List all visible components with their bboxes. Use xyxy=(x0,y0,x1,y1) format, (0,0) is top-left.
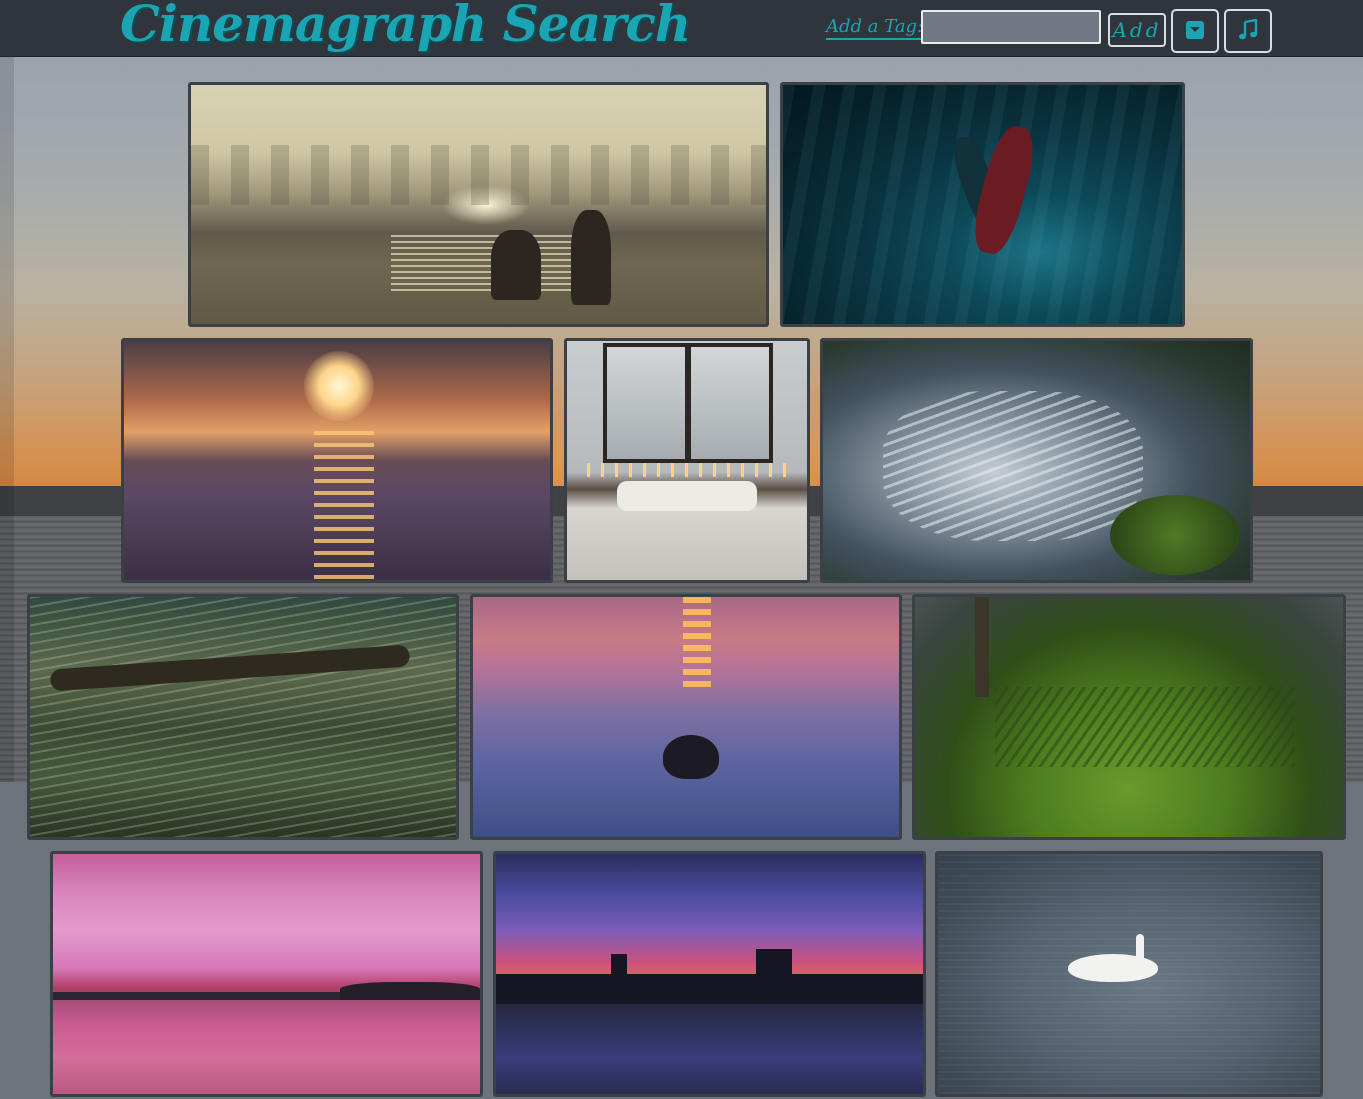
scene-water xyxy=(883,391,1143,541)
cinemagraph-image xyxy=(53,854,480,1094)
scene-window xyxy=(603,343,773,463)
scene-skyline xyxy=(496,974,923,1004)
scene-person xyxy=(491,230,541,300)
gallery-tile-city-skyline-sunset[interactable] xyxy=(493,851,926,1097)
caret-down-square-icon xyxy=(1185,20,1205,43)
scene-swan-neck xyxy=(1136,934,1144,969)
music-toggle-button[interactable] xyxy=(1224,9,1272,53)
scene-trees xyxy=(340,982,480,1000)
scene-ferns xyxy=(995,687,1295,767)
cinemagraph-image xyxy=(30,597,456,837)
add-tag-button[interactable]: Add xyxy=(1108,13,1166,47)
gallery-tile-beach-sunset-couple[interactable] xyxy=(188,82,769,327)
cinemagraph-image xyxy=(938,854,1320,1094)
scene-clouds xyxy=(191,145,766,205)
gallery-tile-forest-ferns[interactable] xyxy=(912,594,1346,840)
scene-sun-reflection xyxy=(683,597,711,687)
scene-pillows xyxy=(617,481,757,511)
header-bar: Cinemagraph Search Add a Tag: Add xyxy=(0,0,1363,57)
music-note-icon xyxy=(1237,18,1259,44)
gallery-tile-mossy-waterfall[interactable] xyxy=(820,338,1253,583)
dropdown-toggle-button[interactable] xyxy=(1171,9,1219,53)
cinemagraph-image xyxy=(124,341,550,580)
cinemagraph-image xyxy=(915,597,1343,837)
gallery-tile-underwater-embrace[interactable] xyxy=(780,82,1185,327)
scene-sparkles xyxy=(30,597,456,837)
cinemagraph-image xyxy=(191,85,766,324)
background-left-strip xyxy=(0,56,14,782)
scene-tower xyxy=(611,954,627,994)
scene-tower xyxy=(756,949,792,994)
scene-moss xyxy=(1110,495,1240,575)
scene-sun-reflection xyxy=(314,431,374,580)
scene-tree-trunk xyxy=(975,597,989,697)
gallery-tile-pink-sky-reflection[interactable] xyxy=(50,851,483,1097)
gallery-tile-rock-in-violet-lake[interactable] xyxy=(470,594,902,840)
cinemagraph-image xyxy=(567,341,807,580)
site-logo[interactable]: Cinemagraph Search xyxy=(120,0,691,53)
scene-string-lights xyxy=(587,463,787,477)
gallery-tile-swan-on-water[interactable] xyxy=(935,851,1323,1097)
tag-input[interactable] xyxy=(921,10,1101,44)
scene-sun xyxy=(304,351,374,421)
scene-person xyxy=(571,210,611,305)
cinemagraph-image xyxy=(783,85,1182,324)
scene-swan xyxy=(1068,954,1158,982)
gallery-tile-rainy-bedroom-window[interactable] xyxy=(564,338,810,583)
gallery-tile-sunset-waves[interactable] xyxy=(121,338,553,583)
cinemagraph-image xyxy=(473,597,899,837)
gallery-tile-rushing-stream[interactable] xyxy=(27,594,459,840)
cinemagraph-image xyxy=(496,854,923,1094)
cinemagraph-image xyxy=(823,341,1250,580)
add-tag-label: Add a Tag: xyxy=(826,16,924,40)
scene-rock xyxy=(663,735,719,779)
